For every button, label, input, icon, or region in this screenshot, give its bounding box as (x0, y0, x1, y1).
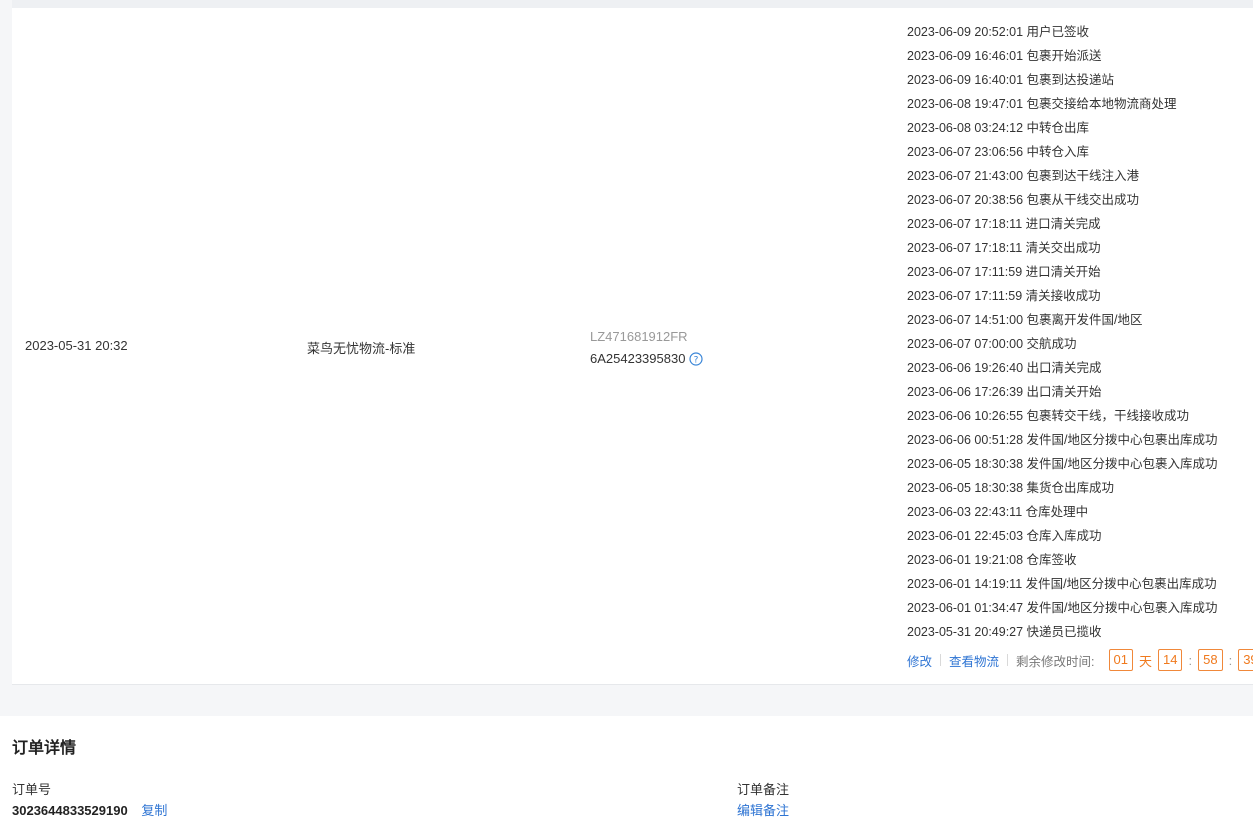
tracking-event: 2023-06-06 00:51:28 发件国/地区分拨中心包裹出库成功 (907, 433, 1218, 447)
shipment-date: 2023-05-31 20:32 (25, 338, 128, 353)
order-number-row: 3023644833529190 复制 (12, 800, 167, 819)
tracking-event: 2023-06-07 20:38:56 包裹从干线交出成功 (907, 193, 1140, 207)
tracking-event: 2023-06-08 03:24:12 中转仓出库 (907, 121, 1090, 135)
divider (1007, 654, 1009, 666)
tracking-event: 2023-06-07 17:11:59 清关接收成功 (907, 289, 1101, 303)
countdown-separator: : (1228, 652, 1233, 668)
shipment-actions: 修改 查看物流 剩余修改时间: 01 天 14 : 58 : 39 (907, 648, 1253, 672)
tracking-event: 2023-06-07 21:43:00 包裹到达干线注入港 (907, 169, 1140, 183)
shipment-card: 2023-05-31 20:32 菜鸟无忧物流-标准 LZ471681912FR… (12, 8, 1253, 685)
top-strip (12, 0, 1253, 8)
tracking-event: 2023-06-06 17:26:39 出口清关开始 (907, 385, 1102, 399)
countdown-separator: : (1188, 652, 1193, 668)
tracking-event: 2023-06-07 23:06:56 中转仓入库 (907, 145, 1090, 159)
order-number: 3023644833529190 (12, 803, 128, 818)
tracking-event: 2023-06-07 14:51:00 包裹离开发件国/地区 (907, 313, 1143, 327)
tracking-event: 2023-06-07 17:18:11 清关交出成功 (907, 241, 1101, 255)
tracking-event: 2023-06-09 16:46:01 包裹开始派送 (907, 49, 1102, 63)
countdown-timer: 01 天 14 : 58 : 39 (1108, 649, 1253, 671)
tracking-event: 2023-06-05 18:30:38 集货仓出库成功 (907, 481, 1115, 495)
order-detail-title: 订单详情 (12, 740, 77, 757)
tracking-event: 2023-06-09 16:40:01 包裹到达投递站 (907, 73, 1115, 87)
tracking-event: 2023-06-05 18:30:38 发件国/地区分拨中心包裹入库成功 (907, 457, 1218, 471)
tracking-event: 2023-06-07 07:00:00 交航成功 (907, 337, 1077, 351)
modify-link[interactable]: 修改 (907, 651, 932, 670)
order-remark-label: 订单备注 (737, 782, 790, 797)
tracking-event: 2023-06-07 17:11:59 进口清关开始 (907, 265, 1101, 279)
question-circle-icon[interactable]: ? (689, 351, 704, 373)
countdown-seconds: 39 (1238, 649, 1253, 671)
copy-order-number-link[interactable]: 复制 (141, 803, 167, 818)
tracking-event: 2023-06-01 14:19:11 发件国/地区分拨中心包裹出库成功 (907, 577, 1217, 591)
tracking-event: 2023-06-01 19:21:08 仓库签收 (907, 553, 1077, 567)
tracking-number-secondary-row: 6A25423395830? (590, 348, 704, 373)
tracking-event: 2023-06-01 22:45:03 仓库入库成功 (907, 529, 1102, 543)
tracking-event: 2023-06-03 22:43:11 仓库处理中 (907, 505, 1089, 519)
remaining-time-label: 剩余修改时间: (1016, 654, 1095, 669)
tracking-event: 2023-06-09 20:52:01 用户已签收 (907, 25, 1090, 39)
view-logistics-link[interactable]: 查看物流 (949, 651, 999, 670)
svg-text:?: ? (694, 356, 699, 366)
order-number-label: 订单号 (12, 782, 52, 797)
tracking-numbers: LZ471681912FR 6A25423395830? (590, 326, 704, 373)
countdown-days: 01 (1108, 649, 1133, 671)
tracking-number-secondary: 6A25423395830 (590, 351, 686, 366)
tracking-event: 2023-06-06 10:26:55 包裹转交干线，干线接收成功 (907, 409, 1190, 423)
tracking-event: 2023-06-01 01:34:47 发件国/地区分拨中心包裹入库成功 (907, 601, 1218, 615)
tracking-event: 2023-06-06 19:26:40 出口清关完成 (907, 361, 1102, 375)
countdown-day-unit: 天 (1138, 653, 1152, 669)
order-detail-card: 订单详情 订单号 3023644833529190 复制 订单备注 编辑备注 (0, 716, 1253, 834)
shipping-method: 菜鸟无忧物流-标准 (307, 341, 416, 356)
edit-remark-link[interactable]: 编辑备注 (737, 800, 789, 819)
countdown-hours: 14 (1158, 649, 1183, 671)
tracking-number-primary: LZ471681912FR (590, 329, 688, 344)
tracking-events-list: 2023-06-09 20:52:01 用户已签收 2023-06-09 16:4… (907, 20, 1218, 644)
divider (940, 654, 942, 666)
tracking-event: 2023-06-08 19:47:01 包裹交接给本地物流商处理 (907, 97, 1177, 111)
countdown-minutes: 58 (1198, 649, 1223, 671)
tracking-event: 2023-05-31 20:49:27 快递员已揽收 (907, 625, 1102, 639)
tracking-event: 2023-06-07 17:18:11 进口清关完成 (907, 217, 1101, 231)
